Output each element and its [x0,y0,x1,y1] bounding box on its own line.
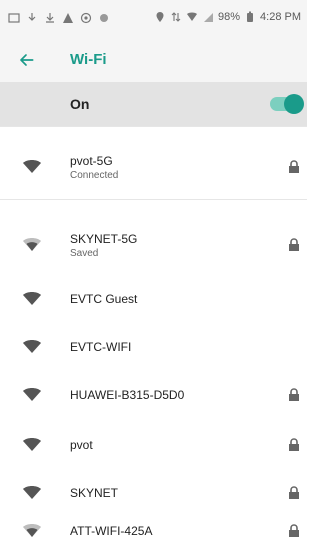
toggle-label: On [70,96,90,112]
wifi-toggle-switch[interactable] [270,94,304,114]
network-row[interactable]: HUAWEI-B315-D5D0 [0,374,307,418]
location-icon [156,12,164,22]
download-icon [28,13,36,21]
lock-icon [289,524,299,537]
network-name: pvot [70,438,93,452]
back-arrow-icon [20,54,34,66]
divider [0,199,307,200]
lock-icon [289,438,299,451]
network-row[interactable]: pvot [0,424,307,468]
toggle-knob [284,94,304,114]
wifi-icon [23,160,41,173]
status-bar: 98% 4:28 PM [0,0,307,38]
download-icon [46,13,54,23]
clock: 4:28 PM [260,11,301,23]
signal-icon [204,13,213,22]
network-name: ATT-WIFI-425A [70,524,153,538]
lock-icon [289,160,299,173]
network-name: EVTC-WIFI [70,340,132,354]
status-right-icons: 98% 4:28 PM [154,11,301,23]
network-status: Saved [70,248,99,259]
wifi-icon [23,388,41,401]
network-row[interactable]: EVTC Guest [0,278,307,322]
network-name: HUAWEI-B315-D5D0 [70,388,185,402]
circle-icon [100,14,108,22]
network-name: SKYNET [70,486,119,500]
network-name: pvot-5G [70,154,113,168]
sim-icon [8,13,20,23]
network-arrows-icon [171,12,181,22]
network-name: EVTC Guest [70,292,138,306]
battery-percentage: 98% [218,11,241,23]
wifi-toggle-row[interactable]: On [0,82,307,126]
wifi-icon [187,12,197,21]
wifi-icon [23,292,41,305]
network-row[interactable]: pvot-5G Connected [0,146,307,190]
back-button[interactable] [14,48,38,72]
wifi-icon [23,486,41,499]
data-saver-icon [80,12,92,24]
app-bar: Wi-Fi [0,38,307,83]
divider [0,126,307,127]
wifi-icon [23,524,41,537]
status-left-icons [8,12,110,24]
lock-icon [289,238,299,251]
network-name: SKYNET-5G [70,232,138,246]
network-row[interactable]: EVTC-WIFI [0,326,307,370]
network-status: Connected [70,170,119,181]
lock-icon [289,388,299,401]
network-row[interactable]: ATT-WIFI-425A [0,510,307,554]
wifi-icon [23,438,41,451]
wifi-icon [23,340,41,353]
battery-icon [247,11,254,22]
network-row[interactable]: SKYNET-5G Saved [0,224,307,268]
wifi-icon [23,238,41,251]
warning-icon [63,13,73,23]
page-title: Wi-Fi [70,51,107,68]
lock-icon [289,486,299,499]
